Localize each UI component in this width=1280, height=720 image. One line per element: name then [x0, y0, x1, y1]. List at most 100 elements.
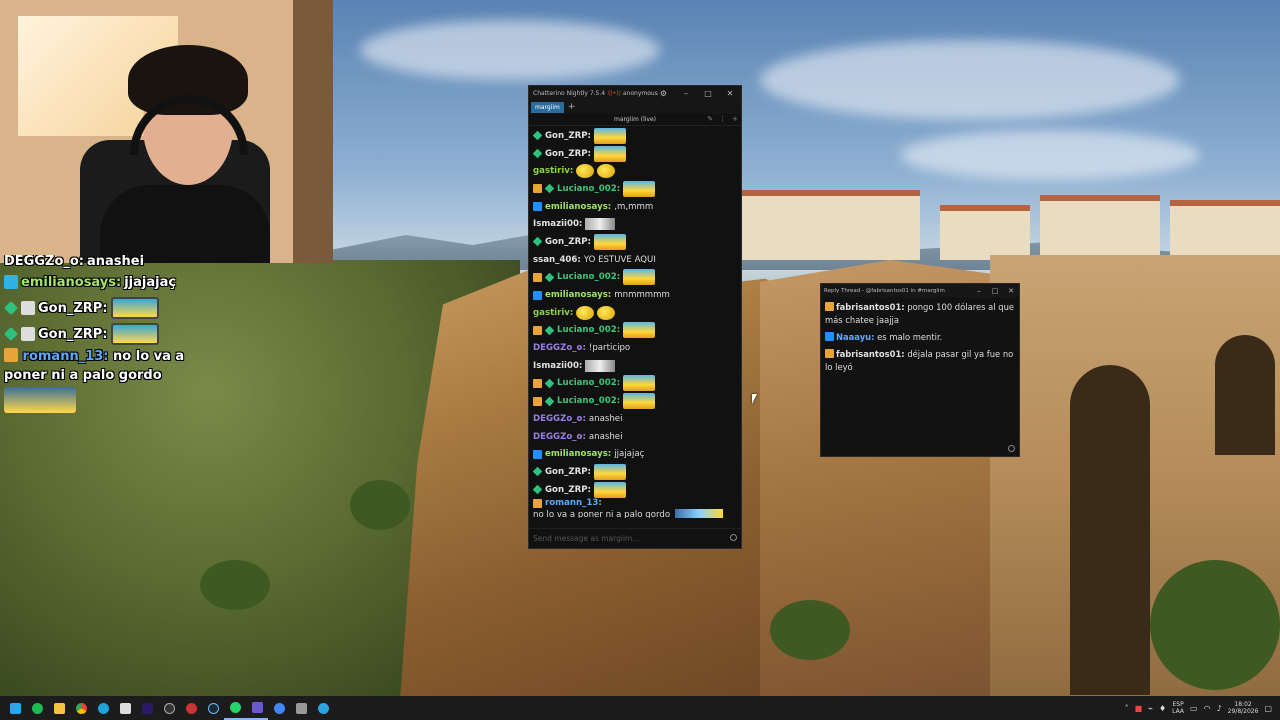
steam-icon[interactable]: [202, 696, 224, 720]
more-icon[interactable]: ⋮: [719, 115, 726, 123]
emote-icon[interactable]: [675, 509, 724, 518]
chat-message[interactable]: Gon_ZRP:: [532, 463, 741, 481]
emote-icon[interactable]: [623, 322, 656, 339]
emote-icon[interactable]: [597, 164, 616, 179]
chat-message[interactable]: Ismazii00:: [533, 357, 741, 375]
spotify-icon[interactable]: [26, 696, 48, 720]
chat-username[interactable]: Luciano_002:: [557, 378, 620, 388]
chat-username[interactable]: Gon_ZRP:: [545, 237, 591, 247]
chat-username[interactable]: DEGGZo_o:: [533, 432, 586, 442]
emote-icon[interactable]: [623, 393, 656, 410]
chat-message[interactable]: ssan_406: YO ESTUVE AQUI: [533, 251, 741, 269]
reply-message[interactable]: fabrisantos01: pongo 100 dólares al que …: [825, 301, 1016, 327]
emote-icon[interactable]: [623, 375, 656, 392]
chat-message-list[interactable]: Gon_ZRP: Gon_ZRP: gastiriv: Luciano_002: emi…: [529, 126, 741, 518]
emote-icon[interactable]: [597, 305, 616, 320]
gear-app-icon[interactable]: [180, 696, 202, 720]
premiere-icon[interactable]: [136, 696, 158, 720]
emote-icon[interactable]: [576, 305, 595, 320]
chat-username[interactable]: DEGGZo_o:: [533, 343, 586, 353]
chat-message[interactable]: emilianosays: jjajajaç: [533, 445, 741, 463]
chat-message[interactable]: romann_13: no lo va a poner ni a palo gor…: [533, 498, 741, 518]
maximize-button[interactable]: □: [697, 89, 719, 98]
chat-username[interactable]: emilianosays:: [545, 202, 611, 212]
reply-message[interactable]: fabrisantos01: déjala pasar gil ya fue n…: [825, 348, 1016, 374]
channel-name[interactable]: margiim (live): [614, 116, 656, 123]
chat-message[interactable]: Luciano_002:: [533, 392, 741, 410]
chatterino-taskbar-icon[interactable]: [246, 696, 268, 720]
reply-message[interactable]: Naaayu: es malo mentir.: [825, 331, 1016, 344]
notes-icon[interactable]: [114, 696, 136, 720]
chat-username[interactable]: ssan_406:: [533, 255, 581, 265]
chat-message[interactable]: Luciano_002:: [533, 375, 741, 393]
reply-username[interactable]: fabrisantos01:: [836, 302, 905, 312]
edge-icon[interactable]: [92, 696, 114, 720]
language-indicator[interactable]: ESP LAA: [1172, 701, 1184, 715]
notification-icon[interactable]: ▢: [1264, 704, 1272, 713]
chat-message[interactable]: Gon_ZRP:: [532, 127, 741, 145]
emote-icon[interactable]: [576, 164, 595, 179]
chat-message[interactable]: Ismazii00:: [533, 215, 741, 233]
microphone-icon[interactable]: ♦: [1159, 704, 1166, 713]
chat-message[interactable]: Gon_ZRP:: [532, 145, 741, 163]
chat-username[interactable]: Luciano_002:: [557, 396, 620, 406]
maximize-button[interactable]: □: [987, 287, 1003, 295]
emote-icon[interactable]: [593, 145, 626, 162]
chat-message[interactable]: gastiriv:: [533, 162, 741, 180]
close-button[interactable]: ✕: [1003, 287, 1019, 295]
chat-message[interactable]: Luciano_002:: [533, 322, 741, 340]
usb-icon[interactable]: ⌁: [1148, 704, 1153, 713]
emote-icon[interactable]: [593, 233, 626, 250]
chat-message[interactable]: Luciano_002:: [533, 269, 741, 287]
close-button[interactable]: ✕: [719, 89, 741, 98]
chat-message[interactable]: Luciano_002:: [533, 180, 741, 198]
wifi-icon[interactable]: ◠: [1204, 704, 1211, 713]
arrow-app-icon[interactable]: [290, 696, 312, 720]
settings-gear-icon[interactable]: ⚙: [660, 89, 667, 98]
chat-message[interactable]: DEGGZo_o: anashei: [533, 410, 741, 428]
chat-username[interactable]: emilianosays:: [545, 290, 611, 300]
account-switcher[interactable]: ((•)) anonymous ⚙: [608, 89, 667, 98]
emote-icon[interactable]: [593, 481, 626, 498]
telegram-icon[interactable]: [312, 696, 334, 720]
start-button[interactable]: [4, 696, 26, 720]
minimize-button[interactable]: –: [971, 287, 987, 295]
chat-message[interactable]: gastiriv:: [533, 304, 741, 322]
chat-username[interactable]: Luciano_002:: [557, 184, 620, 194]
chevron-up-icon[interactable]: ˄: [1125, 704, 1129, 713]
pencil-icon[interactable]: ✎: [707, 115, 713, 123]
chat-username[interactable]: Gon_ZRP:: [545, 485, 591, 495]
emote-icon[interactable]: [623, 180, 656, 197]
tab-margiim[interactable]: margiim: [531, 101, 564, 113]
whatsapp-icon[interactable]: [224, 696, 246, 720]
chat-username[interactable]: Gon_ZRP:: [545, 467, 591, 477]
file-explorer-icon[interactable]: [48, 696, 70, 720]
chat-message[interactable]: DEGGZo_o: !participo: [533, 339, 741, 357]
chat-message[interactable]: emilianosays: mnmmmmm: [533, 286, 741, 304]
chrome-icon[interactable]: [70, 696, 92, 720]
clock[interactable]: 18:02 29/8/2026: [1228, 701, 1259, 715]
emote-icon[interactable]: [585, 218, 616, 231]
emote-icon[interactable]: [623, 269, 656, 286]
chat-username[interactable]: Luciano_002:: [557, 325, 620, 335]
network-icon[interactable]: ▭: [1190, 704, 1198, 713]
emote-picker-icon[interactable]: [730, 534, 737, 541]
tray-app-icon[interactable]: ■: [1135, 704, 1143, 713]
chat-message[interactable]: emilianosays: ,m,mmm: [533, 198, 741, 216]
chat-message[interactable]: Gon_ZRP:: [532, 481, 741, 499]
chat-message[interactable]: DEGGZo_o: anashei: [533, 428, 741, 446]
chat-username[interactable]: gastiriv:: [533, 308, 573, 318]
emote-icon[interactable]: [585, 359, 616, 372]
chat-message[interactable]: Gon_ZRP:: [532, 233, 741, 251]
chat-username[interactable]: emilianosays:: [545, 449, 611, 459]
chrome-alt-icon[interactable]: [268, 696, 290, 720]
chat-username[interactable]: Ismazii00:: [533, 219, 582, 229]
chat-username[interactable]: Ismazii00:: [533, 361, 582, 371]
chat-username[interactable]: Gon_ZRP:: [545, 131, 591, 141]
chat-username[interactable]: romann_13:: [545, 498, 602, 508]
chat-username[interactable]: Gon_ZRP:: [545, 149, 591, 159]
emote-icon[interactable]: [593, 127, 626, 144]
add-tab-button[interactable]: +: [568, 102, 576, 112]
chat-username[interactable]: DEGGZo_o:: [533, 414, 586, 424]
chat-username[interactable]: gastiriv:: [533, 166, 573, 176]
